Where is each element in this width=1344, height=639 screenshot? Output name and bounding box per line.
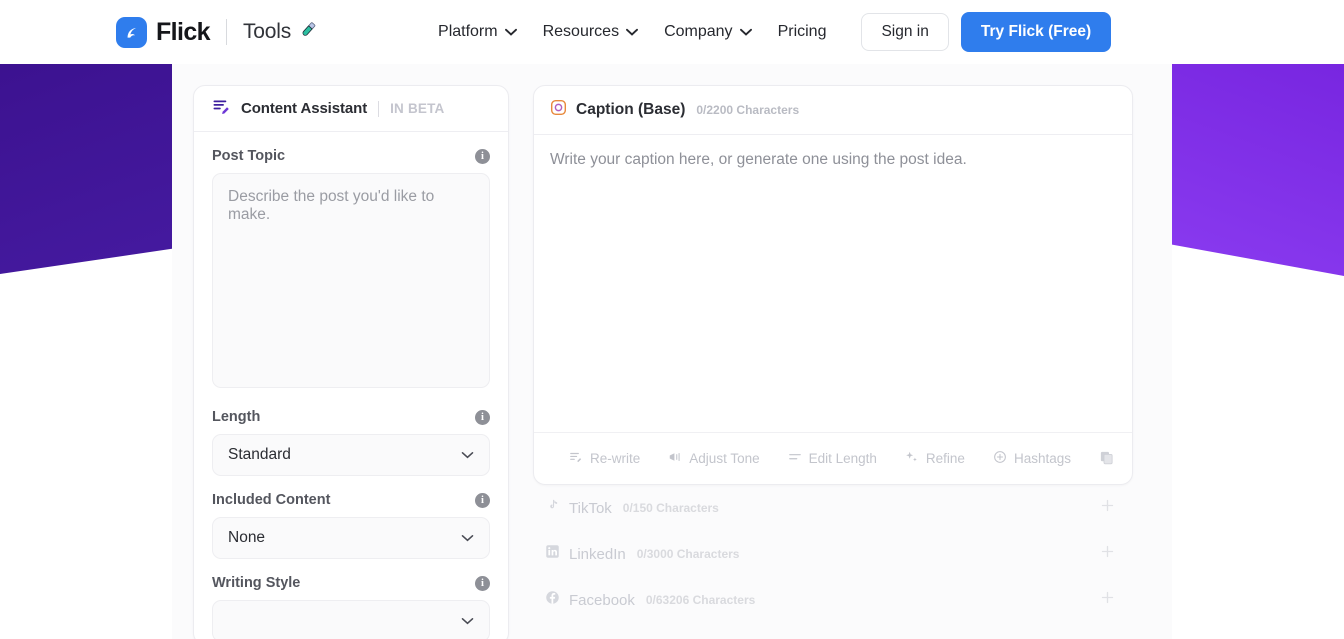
info-icon[interactable]: i bbox=[475, 492, 490, 508]
plus-circle-icon bbox=[993, 450, 1007, 467]
refine-button[interactable]: Refine bbox=[905, 450, 965, 467]
field-label-row: Length i bbox=[212, 393, 490, 434]
tool-label: Adjust Tone bbox=[689, 451, 760, 466]
field-post-topic: Post Topic i bbox=[194, 132, 508, 393]
tool-label: Refine bbox=[925, 451, 965, 466]
brand-section-label: Tools bbox=[242, 20, 292, 43]
platform-row-linkedin[interactable]: LinkedIn 0/3000 Characters bbox=[533, 531, 1133, 577]
included-content-value: None bbox=[228, 529, 266, 546]
platform-row-tiktok[interactable]: TikTok 0/150 Characters bbox=[533, 485, 1133, 531]
field-label-row: Post Topic i bbox=[212, 132, 490, 173]
content-assistant-title: Content Assistant bbox=[241, 100, 368, 117]
header-divider bbox=[378, 100, 380, 117]
plus-icon[interactable] bbox=[1100, 590, 1115, 610]
chevron-down-icon bbox=[739, 23, 752, 41]
caption-editor[interactable]: Write your caption here, or generate one… bbox=[534, 135, 1132, 432]
copy-icon bbox=[1099, 450, 1114, 468]
beta-badge: IN BETA bbox=[390, 101, 445, 116]
tool-canvas: Content Assistant IN BETA Post Topic i L… bbox=[172, 64, 1172, 639]
field-writing-style: Writing Style i bbox=[194, 559, 508, 639]
caption-header: Caption (Base) 0/2200 Characters bbox=[534, 86, 1132, 135]
chevron-down-icon bbox=[504, 23, 517, 41]
chevron-down-icon bbox=[461, 446, 474, 464]
nav-item-company[interactable]: Company bbox=[651, 15, 764, 49]
post-topic-label: Post Topic bbox=[212, 148, 286, 164]
sign-in-button[interactable]: Sign in bbox=[861, 13, 949, 51]
facebook-icon bbox=[545, 590, 560, 610]
rewrite-button[interactable]: Re-write bbox=[569, 450, 640, 467]
content-assistant-card: Content Assistant IN BETA Post Topic i L… bbox=[193, 85, 509, 639]
nav-item-label: Resources bbox=[542, 23, 620, 40]
caption-column: Caption (Base) 0/2200 Characters Write y… bbox=[533, 85, 1133, 639]
rewrite-icon bbox=[569, 450, 583, 467]
platform-name: Facebook bbox=[569, 591, 635, 609]
info-icon[interactable]: i bbox=[475, 575, 490, 591]
nav-item-label: Company bbox=[664, 23, 733, 40]
platform-char-count: 0/150 Characters bbox=[622, 501, 719, 515]
field-label-row: Included Content i bbox=[212, 476, 490, 517]
platform-char-count: 0/3000 Characters bbox=[636, 547, 740, 561]
page-root: Flick Tools Platform Resources Company P… bbox=[0, 0, 1344, 639]
chevron-down-icon bbox=[461, 529, 474, 547]
lines-icon bbox=[788, 450, 802, 467]
writing-style-label: Writing Style bbox=[212, 575, 301, 591]
chevron-down-icon bbox=[626, 23, 639, 41]
brand-block[interactable]: Flick Tools bbox=[116, 16, 318, 48]
edit-length-button[interactable]: Edit Length bbox=[788, 450, 877, 467]
platform-name: LinkedIn bbox=[569, 545, 626, 563]
decorative-shape-right bbox=[1170, 64, 1344, 276]
sparkle-icon bbox=[905, 450, 919, 467]
tool-label: Edit Length bbox=[808, 451, 877, 466]
top-navigation-bar: Flick Tools Platform Resources Company P… bbox=[0, 0, 1344, 64]
nav-links: Platform Resources Company Pricing Sign … bbox=[425, 12, 1112, 52]
content-assistant-column: Content Assistant IN BETA Post Topic i L… bbox=[193, 85, 509, 639]
platform-name: TikTok bbox=[569, 499, 612, 517]
info-icon[interactable]: i bbox=[475, 409, 490, 425]
tool-label: Re-write bbox=[590, 451, 641, 466]
nav-actions: Sign in Try Flick (Free) bbox=[861, 12, 1112, 52]
nav-item-platform[interactable]: Platform bbox=[425, 15, 530, 49]
length-label: Length bbox=[212, 409, 261, 425]
post-topic-input[interactable] bbox=[212, 173, 490, 388]
megaphone-icon bbox=[668, 450, 682, 467]
info-icon[interactable]: i bbox=[475, 148, 490, 164]
chevron-down-icon bbox=[461, 612, 474, 630]
plus-icon[interactable] bbox=[1100, 544, 1115, 564]
adjust-tone-button[interactable]: Adjust Tone bbox=[668, 450, 760, 467]
linkedin-icon bbox=[545, 544, 560, 564]
length-select[interactable]: Standard bbox=[212, 434, 490, 476]
hashtags-button[interactable]: Hashtags bbox=[993, 450, 1071, 467]
flick-logo-icon bbox=[116, 16, 147, 48]
length-value: Standard bbox=[228, 446, 291, 463]
caption-toolbar: Re-write Adjust Tone Edit Length Refine … bbox=[534, 432, 1132, 484]
caption-placeholder: Write your caption here, or generate one… bbox=[550, 151, 967, 168]
nav-item-resources[interactable]: Resources bbox=[530, 15, 651, 49]
decorative-shape-left bbox=[0, 64, 172, 274]
tiktok-icon bbox=[545, 498, 560, 518]
plus-icon[interactable] bbox=[1100, 498, 1115, 518]
copy-button[interactable] bbox=[1099, 450, 1114, 468]
test-tube-icon bbox=[299, 20, 318, 44]
nav-item-label: Platform bbox=[438, 23, 498, 40]
try-flick-button[interactable]: Try Flick (Free) bbox=[960, 12, 1112, 52]
nav-item-pricing[interactable]: Pricing bbox=[765, 15, 840, 49]
brand-name: Flick bbox=[156, 17, 211, 46]
instagram-icon bbox=[550, 99, 567, 121]
brand-divider bbox=[225, 19, 227, 45]
tool-label: Hashtags bbox=[1013, 451, 1071, 466]
platform-char-count: 0/63206 Characters bbox=[645, 593, 756, 607]
nav-item-label: Pricing bbox=[777, 23, 827, 40]
caption-char-count: 0/2200 Characters bbox=[696, 103, 800, 117]
platform-row-facebook[interactable]: Facebook 0/63206 Characters bbox=[533, 577, 1133, 623]
field-label-row: Writing Style i bbox=[212, 559, 490, 600]
field-length: Length i Standard bbox=[194, 393, 508, 476]
included-content-label: Included Content bbox=[212, 492, 331, 508]
text-edit-icon bbox=[212, 97, 231, 121]
included-content-select[interactable]: None bbox=[212, 517, 490, 559]
field-included-content: Included Content i None bbox=[194, 476, 508, 559]
content-assistant-header: Content Assistant IN BETA bbox=[194, 86, 508, 132]
caption-card: Caption (Base) 0/2200 Characters Write y… bbox=[533, 85, 1133, 485]
writing-style-select[interactable] bbox=[212, 600, 490, 639]
caption-title: Caption (Base) bbox=[576, 101, 686, 118]
